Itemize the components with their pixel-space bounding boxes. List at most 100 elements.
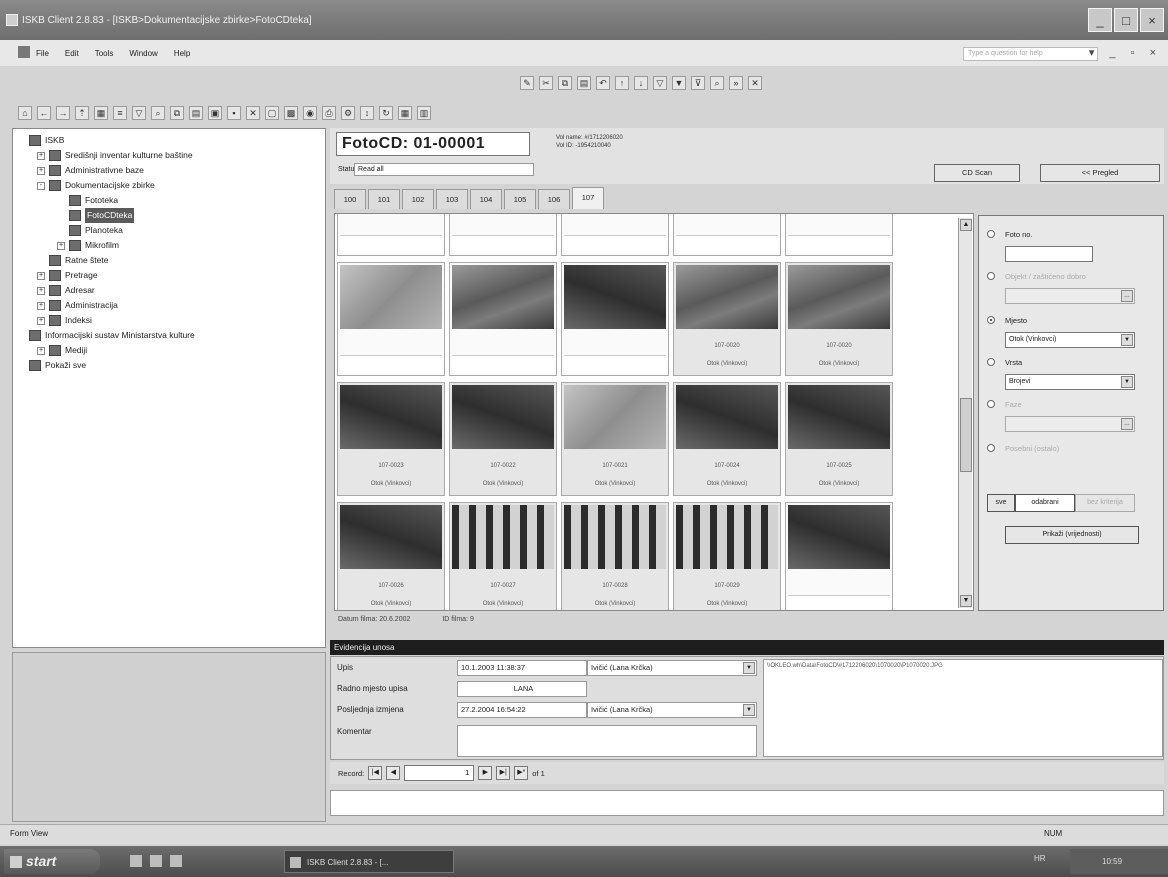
photo-thumbnail[interactable]	[561, 214, 669, 256]
menu-file[interactable]: File	[36, 49, 49, 58]
tree-item[interactable]: + Mediji	[15, 343, 323, 358]
sort-icon[interactable]: ↕	[360, 106, 374, 120]
help-question-input[interactable]: Type a question for help	[963, 47, 1098, 61]
prikazi-button[interactable]: Prikaži (vrijednosti)	[1005, 526, 1139, 544]
photo-thumbnail[interactable]: 107-0022 Otok (Vinkovci)	[449, 382, 557, 496]
tab-film[interactable]: 100	[334, 189, 366, 209]
delete-icon[interactable]: ✕	[246, 106, 260, 120]
expand-icon[interactable]: +	[37, 167, 45, 175]
tab-film[interactable]: 103	[436, 189, 468, 209]
tab-film[interactable]: 102	[402, 189, 434, 209]
tab-film[interactable]: 104	[470, 189, 502, 209]
quicklaunch-explorer-icon[interactable]	[150, 855, 162, 867]
taskbar-item-iskb[interactable]: ISKB Client 2.8.83 - [...	[284, 850, 454, 873]
cut-icon[interactable]: ✂	[539, 76, 553, 90]
prev-record-icon[interactable]: ◀	[386, 766, 401, 780]
window-view-icon[interactable]: ▢	[265, 106, 279, 120]
tab-film[interactable]: 105	[504, 189, 536, 209]
tree-item[interactable]: + Središnji inventar kulturne baštine	[15, 148, 323, 163]
record-number-input[interactable]: 1	[404, 765, 475, 781]
record-nav-icon[interactable]: ▣	[208, 106, 222, 120]
settings-icon[interactable]: ⚙	[341, 106, 355, 120]
paste-icon[interactable]: ▤	[577, 76, 591, 90]
next-record-icon[interactable]: ▶	[478, 766, 493, 780]
delete-record-icon[interactable]: ✕	[748, 76, 762, 90]
filter-by-form-icon[interactable]: ▼	[672, 76, 686, 90]
radno-mjesto-field[interactable]: LANA	[457, 681, 587, 697]
expand-icon[interactable]: +	[37, 302, 45, 310]
bez-kriterija-button[interactable]: bez kriterija	[1075, 494, 1135, 512]
menu-tools[interactable]: Tools	[95, 49, 114, 58]
tree-item[interactable]: Informacijski sustav Ministarstva kultur…	[15, 328, 323, 343]
save-icon[interactable]: ▪	[227, 106, 241, 120]
document-icon[interactable]	[18, 46, 30, 58]
grid-scrollbar[interactable]: ▲ ▼	[958, 218, 972, 608]
last-record-icon[interactable]: ▶|	[496, 766, 511, 780]
vrsta-select[interactable]: Brojevi ▼	[1005, 374, 1135, 390]
expand-icon[interactable]: +	[57, 242, 65, 250]
expand-icon[interactable]: +	[37, 272, 45, 280]
find-icon[interactable]: ⌕	[710, 76, 724, 90]
minimize-button[interactable]: _	[1088, 8, 1112, 32]
list-icon[interactable]: ≡	[113, 106, 127, 120]
tree-item[interactable]: + Adresar	[15, 283, 323, 298]
expand-icon[interactable]: +	[37, 317, 45, 325]
scroll-down-icon[interactable]: ▼	[960, 595, 972, 607]
photo-thumbnail[interactable]	[337, 214, 445, 256]
radio-foto-no[interactable]	[987, 230, 995, 238]
filter-by-selection-icon[interactable]: ▽	[653, 76, 667, 90]
dropdown-arrow-icon[interactable]: …	[1121, 418, 1133, 430]
mjesto-select[interactable]: Otok (Vinkovci) ▼	[1005, 332, 1135, 348]
file-path-field[interactable]: \\OKLEO.wh\Data\FotoCD\#1712206020\10700…	[763, 659, 1163, 757]
radio-mjesto[interactable]	[987, 316, 995, 324]
forward-arrow-icon[interactable]: →	[56, 106, 70, 120]
komentar-field[interactable]	[457, 725, 757, 757]
tree-item[interactable]: + Mikrofilm	[15, 238, 323, 253]
upis-user-select[interactable]: Ivičić (Lana Krčka) ▼	[587, 660, 757, 676]
photo-thumbnail[interactable]: 107-0028 Otok (Vinkovci)	[561, 502, 669, 610]
upis-date-field[interactable]: 10.1.2003 11:38:37	[457, 660, 587, 676]
photo-thumbnail[interactable]	[785, 502, 893, 610]
tree-item[interactable]: Pokaži sve	[15, 358, 323, 373]
odabrani-button[interactable]: odabrani	[1015, 494, 1075, 512]
print-icon[interactable]: ⎙	[322, 106, 336, 120]
undo-icon[interactable]: ↶	[596, 76, 610, 90]
camera-icon[interactable]: ◉	[303, 106, 317, 120]
expand-icon[interactable]: +	[37, 152, 45, 160]
quicklaunch-media-icon[interactable]	[170, 855, 182, 867]
foto-no-input[interactable]	[1005, 246, 1093, 262]
tab-film[interactable]: 107	[572, 187, 604, 209]
first-record-icon[interactable]: |◀	[368, 766, 383, 780]
photo-thumbnail[interactable]: 107-0023 Otok (Vinkovci)	[337, 382, 445, 496]
photo-thumbnail[interactable]: 107-0027 Otok (Vinkovci)	[449, 502, 557, 610]
photo-thumbnail[interactable]	[785, 214, 893, 256]
close-button[interactable]: ×	[1140, 8, 1164, 32]
tree-item[interactable]: ISKB	[15, 133, 323, 148]
scroll-thumb[interactable]	[960, 398, 972, 472]
tree-item[interactable]: FotoCDteka	[15, 208, 323, 223]
expand-icon[interactable]: +	[37, 287, 45, 295]
language-indicator[interactable]: HR	[1034, 854, 1046, 863]
tree-item[interactable]: + Pretrage	[15, 268, 323, 283]
design-view-icon[interactable]: ✎	[520, 76, 534, 90]
dropdown-arrow-icon[interactable]: ▼	[743, 704, 755, 716]
dropdown-arrow-icon[interactable]: ▼	[1121, 376, 1133, 388]
sve-button[interactable]: sve	[987, 494, 1015, 512]
refresh-icon[interactable]: ↻	[379, 106, 393, 120]
scroll-up-icon[interactable]: ▲	[960, 219, 972, 231]
apply-filter-icon[interactable]: ⊽	[691, 76, 705, 90]
copy-record-icon[interactable]: ⧉	[170, 106, 184, 120]
photo-thumbnail[interactable]	[561, 262, 669, 376]
collapse-icon[interactable]: -	[37, 182, 45, 190]
pregled-button[interactable]: << Pregled	[1040, 164, 1160, 182]
start-button[interactable]: start	[4, 849, 100, 874]
photo-thumbnail[interactable]	[449, 214, 557, 256]
filter-icon[interactable]: ▽	[132, 106, 146, 120]
tree-item[interactable]: Planoteka	[15, 223, 323, 238]
tree-item[interactable]: - Dokumentacijske zbirke	[15, 178, 323, 193]
new-record-nav-icon[interactable]: ▶*	[514, 766, 529, 780]
photo-thumbnail[interactable]: 107-0025 Otok (Vinkovci)	[785, 382, 893, 496]
radio-objekt[interactable]	[987, 272, 995, 280]
radio-vrsta[interactable]	[987, 358, 995, 366]
table-icon[interactable]: ▥	[417, 106, 431, 120]
